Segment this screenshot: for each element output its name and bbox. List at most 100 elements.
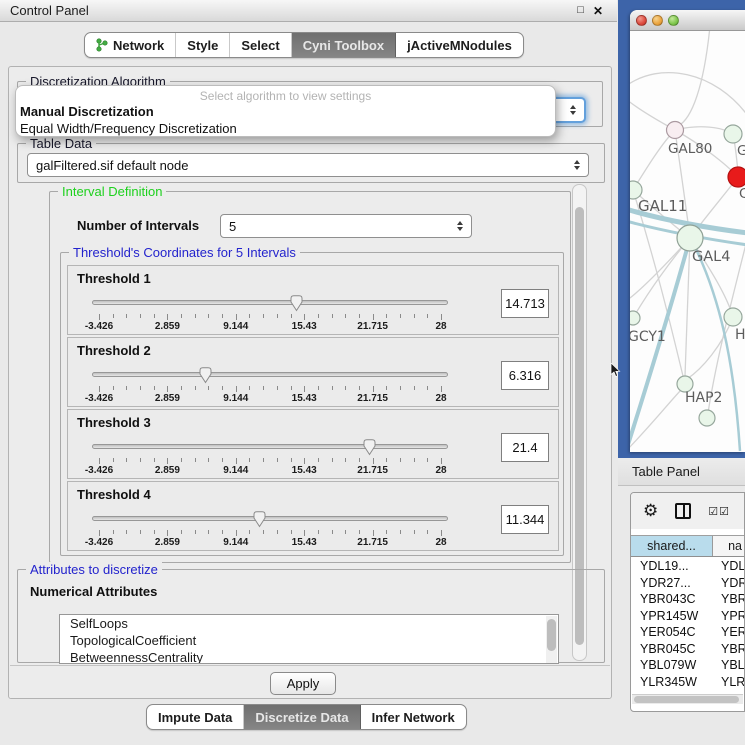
threshold-slider[interactable]: -3.4262.8599.14415.4321.71528 [92,438,448,476]
split-columns-icon[interactable] [675,503,691,519]
tick-mark [195,458,196,462]
tick-label: 9.144 [223,321,248,332]
tick-mark [359,530,360,534]
right-mid-node[interactable] [724,308,742,326]
tick-mark [427,530,428,534]
table-row[interactable]: YIL052CYIL0 [631,690,744,693]
table-row[interactable]: YDR27...YDR2 [631,575,744,592]
GCY1-node[interactable] [630,311,640,325]
dropdown-option-equal-width[interactable]: Equal Width/Frequency Discretization [16,120,555,137]
tick-mark [386,314,387,318]
tick-label: 15.43 [292,537,317,548]
tick-mark [386,458,387,462]
threshold-panel-1: Threshold 1-3.4262.8599.14415.4321.71528… [67,265,559,335]
slider-track[interactable] [92,372,448,377]
number-of-intervals-combobox[interactable]: 5 [220,214,472,238]
tick-mark [249,386,250,390]
tick-mark [167,530,168,536]
node-label: HAP2 [685,390,722,406]
slider-track[interactable] [92,516,448,521]
dropdown-option-manual[interactable]: Manual Discretization [16,103,555,120]
column-header-name[interactable]: na [713,536,744,556]
numerical-attributes-list[interactable]: SelfLoopsTopologicalCoefficientBetweenne… [59,614,559,664]
threshold-panel-4: Threshold 4-3.4262.8599.14415.4321.71528… [67,481,559,551]
table-row[interactable]: YDL19...YDL1 [631,558,744,575]
threshold-label: Threshold 1 [77,271,151,286]
GAL4-node[interactable] [677,225,703,251]
tick-mark [113,386,114,390]
table-data-combobox[interactable]: galFiltered.sif default node [27,153,589,177]
column-header-shared-name[interactable]: shared... [631,536,713,556]
top-right-node[interactable] [724,125,742,143]
slider-track[interactable] [92,300,448,305]
tick-mark [208,530,209,534]
tab-discretize-data[interactable]: Discretize Data [244,705,360,729]
tick-mark [181,314,182,318]
GAL80-node[interactable] [667,122,684,139]
tick-mark [263,458,264,462]
tab-infer-network[interactable]: Infer Network [361,705,466,729]
tab-jactivemnodules[interactable]: jActiveMNodules [396,33,523,57]
minimize-traffic-light-icon[interactable] [652,15,663,26]
tick-label: 21.715 [357,393,388,404]
list-scrollbar[interactable] [546,616,557,664]
checkbox-icons[interactable]: ☑☑ [708,505,730,518]
tab-impute-data[interactable]: Impute Data [147,705,244,729]
network-graph: GAL80GCGAL11GAL4GCY1HHAP2 [630,31,745,452]
table-row[interactable]: YLR345WYLR3 [631,674,744,691]
tick-mark [318,458,319,462]
tab-select[interactable]: Select [230,33,291,57]
tick-label: 15.43 [292,321,317,332]
list-item[interactable]: TopologicalCoefficient [60,632,558,649]
gear-icon[interactable]: ⚙ [643,501,658,521]
threshold-slider[interactable]: -3.4262.8599.14415.4321.71528 [92,366,448,404]
threshold-slider[interactable]: -3.4262.8599.14415.4321.71528 [92,294,448,332]
tab-network[interactable]: Network [85,33,176,57]
table-row[interactable]: YBR043CYBR0 [631,591,744,608]
slider-thumb[interactable] [198,366,213,384]
tick-mark [99,530,100,536]
threshold-value-field[interactable]: 6.316 [501,361,549,390]
cell-name: YER0 [713,625,744,639]
apply-button[interactable]: Apply [270,672,336,695]
table-row[interactable]: YBR045CYBR0 [631,641,744,658]
threshold-value-field[interactable]: 14.713 [501,289,549,318]
scrollbar-thumb[interactable] [547,619,556,651]
cell-shared-name: YBR043C [631,592,713,606]
close-icon[interactable]: ✕ [593,4,603,18]
tick-mark [126,386,127,390]
zoom-traffic-light-icon[interactable] [668,15,679,26]
tick-mark [345,530,346,534]
bottom-node[interactable] [699,410,715,426]
cell-shared-name: YIL052C [631,691,713,693]
tab-cyni-toolbox[interactable]: Cyni Toolbox [292,33,396,57]
network-canvas[interactable]: GAL80GCGAL11GAL4GCY1HHAP2 [630,31,745,452]
scrollbar-thumb[interactable] [634,696,739,703]
threshold-value-field[interactable]: 11.344 [501,505,549,534]
table-body: YDL19...YDL1YDR27...YDR2YBR043CYBR0YPR14… [631,558,744,693]
table-header-row: shared... na [631,535,744,557]
slider-thumb[interactable] [362,438,377,456]
cell-name: YIL0 [713,691,744,693]
attributes-group-title: Attributes to discretize [26,562,162,577]
tab-style[interactable]: Style [176,33,230,57]
slider-track[interactable] [92,444,448,449]
list-item[interactable]: BetweennessCentrality [60,649,558,664]
float-window-icon[interactable]: □ [577,4,584,18]
list-item[interactable]: SelfLoops [60,615,558,632]
close-traffic-light-icon[interactable] [636,15,647,26]
slider-thumb[interactable] [289,294,304,312]
network-edge [630,73,745,116]
tick-mark [126,314,127,318]
table-horizontal-scrollbar[interactable] [632,694,743,704]
combo-stepper-icon [451,221,463,231]
threshold-value-field[interactable]: 21.4 [501,433,549,462]
slider-thumb[interactable] [252,510,267,528]
threshold-slider[interactable]: -3.4262.8599.14415.4321.71528 [92,510,448,548]
table-row[interactable]: YPR145WYPR1 [631,608,744,625]
table-row[interactable]: YER054CYER0 [631,624,744,641]
tick-mark [427,386,428,390]
tick-mark [304,386,305,392]
table-row[interactable]: YBL079WYBL0 [631,657,744,674]
red-node[interactable] [728,167,745,187]
